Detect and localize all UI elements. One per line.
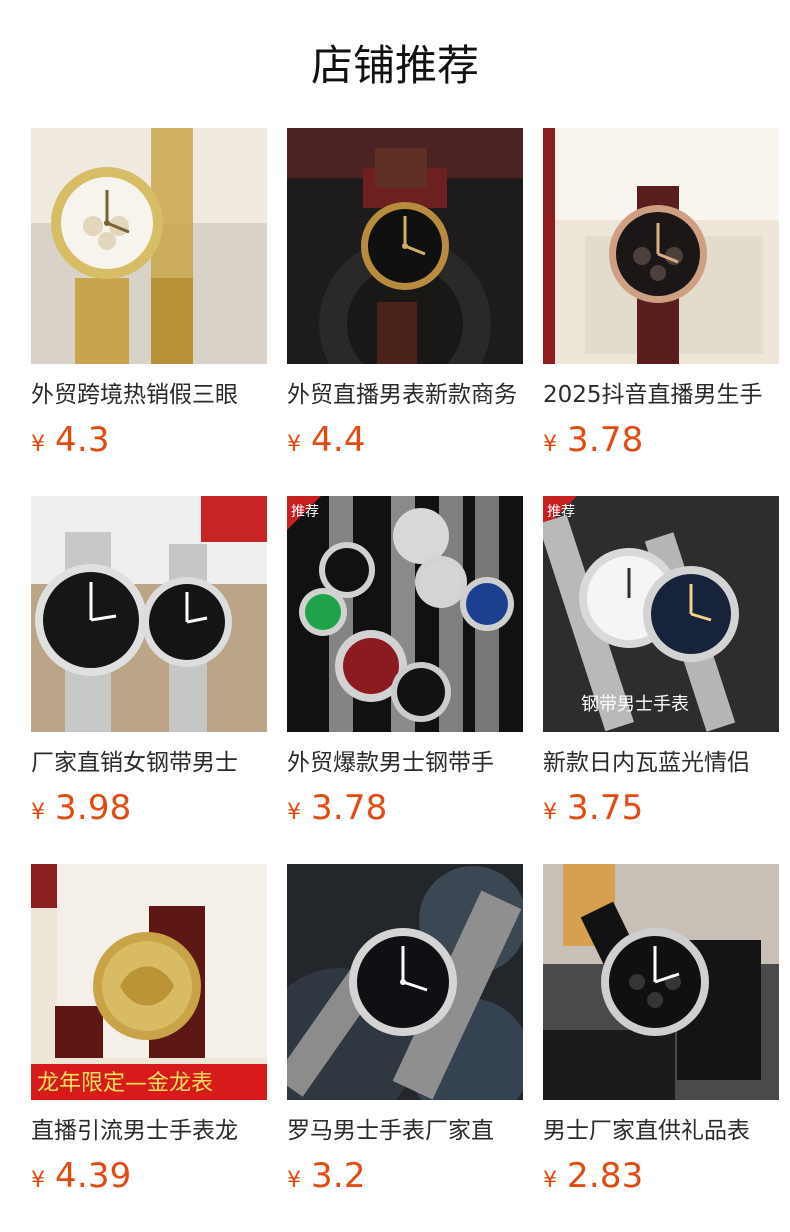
gold-watch-icon[interactable]: [31, 128, 267, 364]
black-leather-watch-icon[interactable]: [543, 864, 779, 1100]
currency-symbol: ¥: [543, 800, 557, 825]
product-card-1[interactable]: 外贸跨境热销假三眼 ¥4.3: [31, 128, 267, 496]
product-title[interactable]: 外贸跨境热销假三眼: [31, 378, 267, 412]
currency-symbol: ¥: [31, 432, 45, 457]
product-card-7[interactable]: 龙年限定—金龙表 直播引流男士手表龙 ¥4.39: [31, 864, 267, 1232]
price-row: ¥4.4: [287, 420, 523, 460]
product-card-3[interactable]: 2025抖音直播男生手 ¥3.78: [543, 128, 779, 496]
product-price: 3.78: [567, 420, 644, 460]
gold-dragon-watch-icon[interactable]: 龙年限定—金龙表: [31, 864, 267, 1100]
product-card-8[interactable]: 罗马男士手表厂家直 ¥3.2: [287, 864, 523, 1232]
currency-symbol: ¥: [543, 1168, 557, 1193]
product-title[interactable]: 男士厂家直供礼品表: [543, 1114, 779, 1148]
page-title: 店铺推荐: [310, 41, 479, 90]
currency-symbol: ¥: [287, 800, 301, 825]
product-card-4[interactable]: 厂家直销女钢带男士 ¥3.98: [31, 496, 267, 864]
currency-symbol: ¥: [31, 1168, 45, 1193]
promo-banner: 龙年限定—金龙表: [37, 1071, 213, 1096]
product-price: 3.2: [311, 1156, 366, 1196]
recommend-badge-text: 推荐: [291, 504, 319, 520]
product-title[interactable]: 外贸爆款男士钢带手: [287, 746, 523, 780]
price-row: ¥4.3: [31, 420, 267, 460]
currency-symbol: ¥: [31, 800, 45, 825]
product-price: 3.98: [55, 788, 132, 828]
product-price: 4.39: [55, 1156, 132, 1196]
price-row: ¥3.78: [543, 420, 779, 460]
product-card-9[interactable]: 男士厂家直供礼品表 ¥2.83: [543, 864, 779, 1232]
product-title[interactable]: 外贸直播男表新款商务: [287, 378, 523, 412]
product-grid: 外贸跨境热销假三眼 ¥4.3 外贸直播男表新款商务 ¥4.4 2025抖音直播男…: [31, 128, 779, 1232]
price-row: ¥3.78: [287, 788, 523, 828]
product-title[interactable]: 2025抖音直播男生手: [543, 378, 779, 412]
product-price: 2.83: [567, 1156, 644, 1196]
recommend-badge: 推荐: [291, 504, 319, 520]
product-title[interactable]: 厂家直销女钢带男士: [31, 746, 267, 780]
product-card-5[interactable]: 推荐 外贸爆款男士钢带手 ¥ 3.78: [287, 496, 523, 864]
product-price: 4.3: [55, 420, 110, 460]
price-row: ¥3.98: [31, 788, 267, 828]
product-price: 3.75: [567, 788, 644, 828]
promo-caption: 钢带男士手表: [581, 694, 689, 715]
product-price: 3.78: [311, 788, 388, 828]
pair-silver-watch-icon[interactable]: [31, 496, 267, 732]
price-row: ¥2.83: [543, 1156, 779, 1196]
brown-leather-watch-icon[interactable]: [287, 128, 523, 364]
currency-symbol: ¥: [543, 432, 557, 457]
currency-symbol: ¥: [287, 432, 301, 457]
product-card-2[interactable]: 外贸直播男表新款商务 ¥4.4: [287, 128, 523, 496]
price-row: ¥3.75: [543, 788, 779, 828]
product-title[interactable]: 直播引流男士手表龙: [31, 1114, 267, 1148]
price-row: ¥3.2: [287, 1156, 523, 1196]
product-price: 4.4: [311, 420, 366, 460]
black-steel-watch-icon[interactable]: [287, 864, 523, 1100]
currency-symbol: ¥: [287, 1168, 301, 1193]
product-title[interactable]: 新款日内瓦蓝光情侣: [543, 746, 779, 780]
multi-color-watch-icon[interactable]: 推荐: [287, 496, 523, 732]
price-row: ¥4.39: [31, 1156, 267, 1196]
product-card-6[interactable]: 推荐 钢带男士手表 新款日内瓦蓝光情侣 ¥3.75: [543, 496, 779, 864]
couple-silver-watch-icon[interactable]: 推荐 钢带男士手表: [543, 496, 779, 732]
product-title[interactable]: 罗马男士手表厂家直: [287, 1114, 523, 1148]
gift-box-watch-icon[interactable]: [543, 128, 779, 364]
